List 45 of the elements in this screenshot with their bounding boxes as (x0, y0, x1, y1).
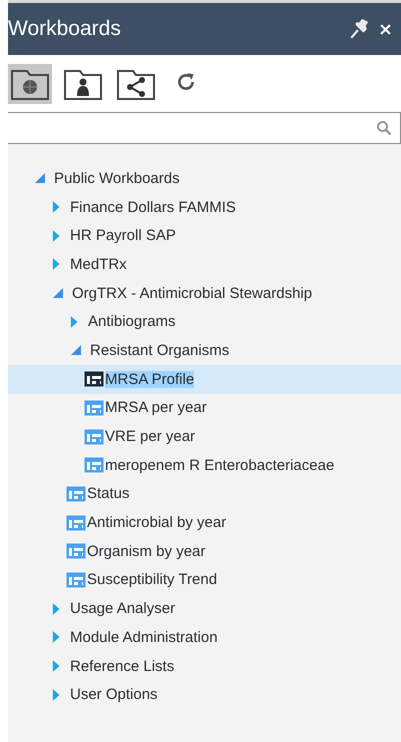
search-icon[interactable] (376, 120, 392, 136)
workboard-icon (66, 514, 86, 531)
tree-item[interactable]: HR Payroll SAP (70, 227, 176, 244)
globe-folder-button[interactable] (8, 64, 52, 104)
tree-item[interactable]: Public Workboards (54, 170, 180, 187)
collapsed-arrow-icon[interactable] (52, 228, 62, 243)
refresh-icon[interactable] (175, 71, 197, 93)
collapsed-arrow-icon[interactable] (52, 200, 62, 214)
collapsed-arrow-icon[interactable] (70, 314, 80, 329)
workboard-icon (84, 371, 104, 388)
close-icon[interactable] (380, 24, 391, 34)
tree-item[interactable]: Antimicrobial by year (87, 514, 226, 532)
tree-item[interactable]: Status (87, 485, 130, 502)
tree-item[interactable]: VRE per year (105, 428, 196, 446)
tree-item[interactable]: Finance Dollars FAMMIS (70, 198, 236, 216)
collapsed-arrow-icon[interactable] (52, 602, 62, 616)
expanded-arrow-icon[interactable] (70, 344, 82, 356)
window-title: Workboards (8, 17, 122, 41)
tree-item[interactable]: Susceptibility Trend (87, 571, 218, 588)
search-field[interactable] (8, 112, 401, 144)
workboard-icon (66, 543, 86, 560)
collapsed-arrow-icon[interactable] (52, 630, 62, 644)
tree-item[interactable]: MRSA Profile (105, 370, 194, 388)
workboard-icon (66, 486, 86, 502)
tree-item[interactable]: Usage Analyser (70, 600, 176, 618)
workboard-icon (84, 457, 104, 474)
tree-item[interactable]: MRSA per year (105, 399, 207, 416)
collapsed-arrow-icon[interactable] (52, 659, 62, 674)
tree-item[interactable]: OrgTRX - Antimicrobial Stewardship (72, 284, 312, 302)
expanded-arrow-icon[interactable] (52, 287, 64, 300)
workboard-icon (84, 400, 104, 416)
tree-item[interactable]: Organism by year (87, 542, 206, 560)
tree-item[interactable]: User Options (70, 686, 158, 704)
tree-item[interactable]: Module Administration (70, 628, 218, 646)
collapsed-arrow-icon[interactable] (52, 688, 62, 702)
tree-item[interactable]: Resistant Organisms (90, 342, 230, 359)
pin-icon[interactable] (348, 18, 370, 40)
tree-item[interactable]: meropenem R Enterobacteriaceae (105, 456, 334, 474)
tree-item[interactable]: MedTRx (70, 256, 127, 273)
workboard-icon (84, 428, 104, 445)
tree-item[interactable]: Reference Lists (70, 658, 174, 675)
tree-item[interactable]: Antibiograms (88, 313, 176, 330)
expanded-arrow-icon[interactable] (34, 172, 46, 184)
collapsed-arrow-icon[interactable] (52, 257, 62, 272)
workboard-icon (66, 572, 86, 588)
